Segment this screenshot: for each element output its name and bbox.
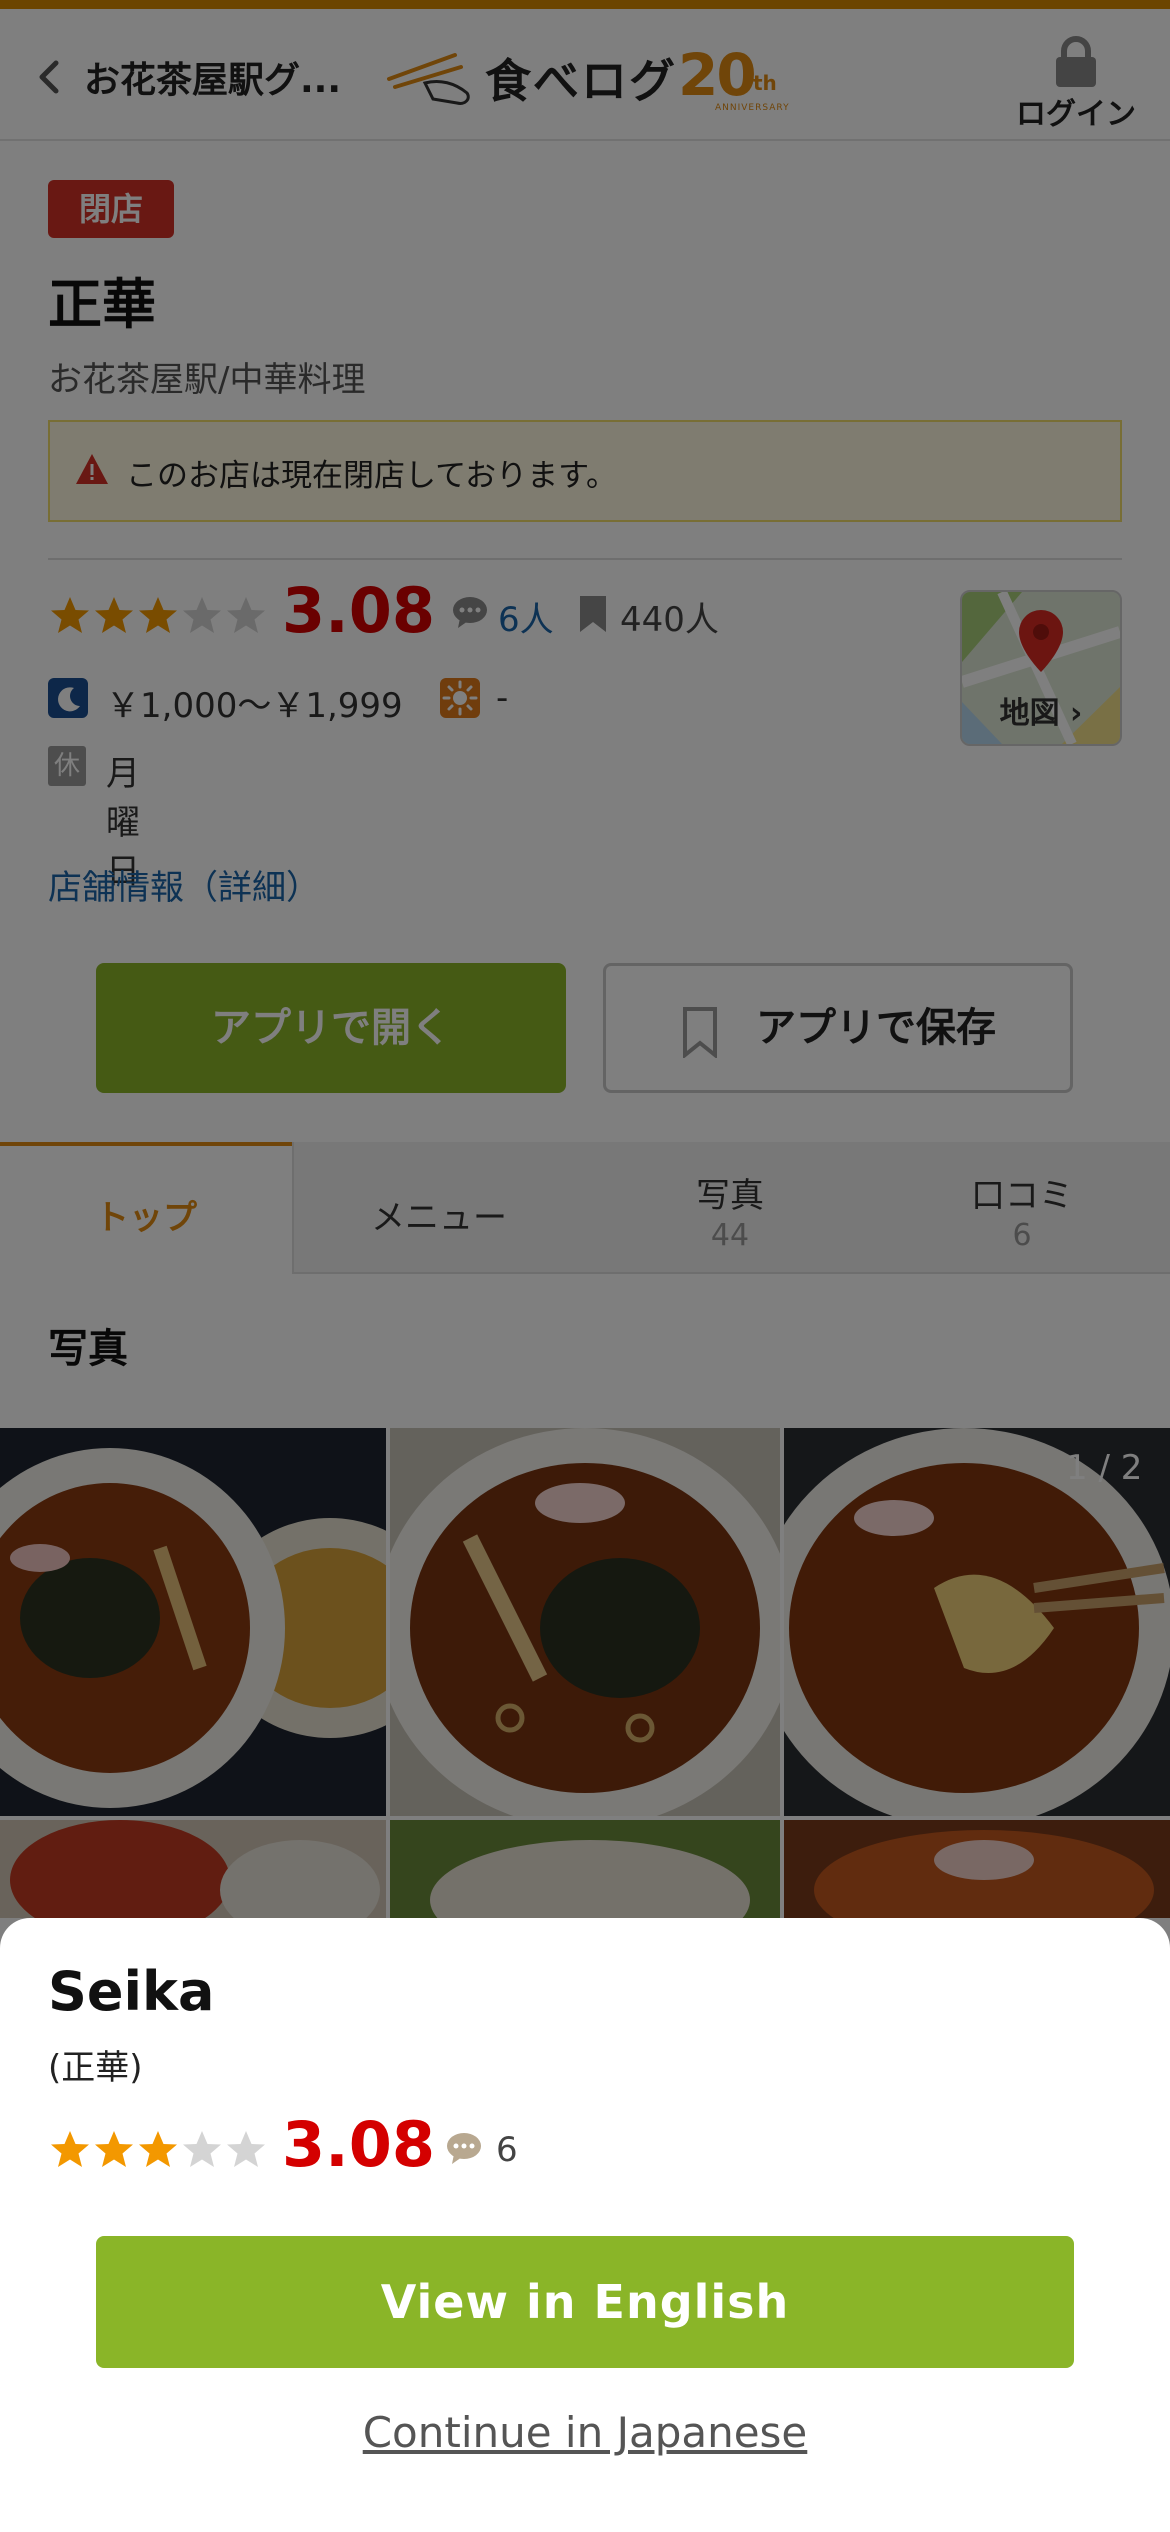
- star-icon: [51, 2131, 89, 2167]
- sheet-review-count: 6: [496, 2130, 518, 2170]
- star-icon: [183, 2131, 221, 2167]
- sheet-shop-subtitle: (正華): [48, 2048, 143, 2088]
- star-icon: [139, 2131, 177, 2167]
- comment-icon: [447, 2133, 481, 2164]
- view-in-english-button[interactable]: View in English: [96, 2236, 1074, 2368]
- sheet-rating-score: 3.08: [282, 2108, 435, 2181]
- sheet-rating-stars: [48, 2128, 268, 2172]
- star-icon: [95, 2131, 133, 2167]
- continue-in-japanese-link[interactable]: Continue in Japanese: [0, 2408, 1170, 2457]
- sheet-shop-name: Seika: [48, 1960, 215, 2023]
- language-bottom-sheet: Seika (正華) 3.08 6 View in English Contin…: [0, 1918, 1170, 2532]
- star-icon: [227, 2131, 265, 2167]
